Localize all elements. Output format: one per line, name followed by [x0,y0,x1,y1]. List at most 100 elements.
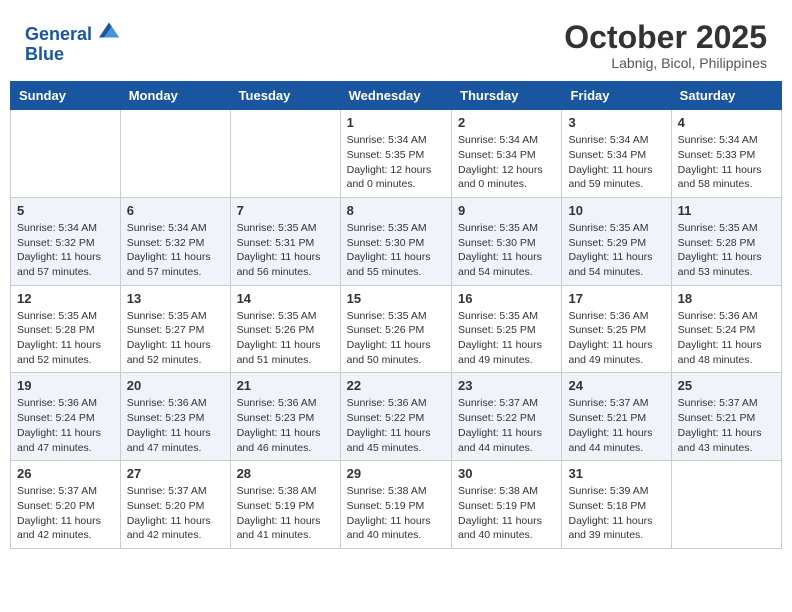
week-row-4: 19 Sunrise: 5:36 AM Sunset: 5:24 PM Dayli… [11,373,782,461]
day-cell [230,110,340,198]
logo-icon [99,20,119,40]
day-cell: 20Sunrise: 5:36 AM Sunset: 5:23 PM Dayli… [120,373,230,461]
day-info: Sunrise: 5:35 AM Sunset: 5:27 PM Dayligh… [127,309,224,368]
day-cell: 18 Sunrise: 5:36 AM Sunset: 5:24 PM Dayli… [671,285,781,373]
day-info: Sunrise: 5:35 AM Sunset: 5:25 PM Dayligh… [458,309,555,368]
logo-general: General [25,24,92,44]
day-cell: 10Sunrise: 5:35 AM Sunset: 5:29 PM Dayli… [562,197,671,285]
day-info: Sunrise: 5:35 AM Sunset: 5:26 PM Dayligh… [347,309,445,368]
day-number: 17 [568,291,664,306]
day-info: Sunrise: 5:34 AM Sunset: 5:33 PM Dayligh… [678,133,775,192]
day-cell: 30 Sunrise: 5:38 AM Sunset: 5:19 PM Dayli… [452,461,562,549]
logo-blue: Blue [25,45,119,65]
page-header: General Blue October 2025 Labnig, Bicol,… [10,10,782,76]
day-cell: 29 Sunrise: 5:38 AM Sunset: 5:19 PM Dayli… [340,461,451,549]
day-info: Sunrise: 5:35 AM Sunset: 5:30 PM Dayligh… [458,221,555,280]
day-number: 18 [678,291,775,306]
month-title: October 2025 [564,20,767,55]
day-cell: 4Sunrise: 5:34 AM Sunset: 5:33 PM Daylig… [671,110,781,198]
logo: General Blue [25,20,119,65]
day-number: 16 [458,291,555,306]
day-number: 11 [678,203,775,218]
day-info: Sunrise: 5:36 AM Sunset: 5:24 PM Dayligh… [678,309,775,368]
calendar-header-row: SundayMondayTuesdayWednesdayThursdayFrid… [11,82,782,110]
day-cell: 27 Sunrise: 5:37 AM Sunset: 5:20 PM Dayli… [120,461,230,549]
day-cell: 23 Sunrise: 5:37 AM Sunset: 5:22 PM Dayli… [452,373,562,461]
day-cell: 1 Sunrise: 5:34 AM Sunset: 5:35 PM Daylig… [340,110,451,198]
col-header-saturday: Saturday [671,82,781,110]
day-info: Sunrise: 5:34 AM Sunset: 5:32 PM Dayligh… [127,221,224,280]
day-number: 6 [127,203,224,218]
day-cell: 28Sunrise: 5:38 AM Sunset: 5:19 PM Dayli… [230,461,340,549]
day-cell: 15Sunrise: 5:35 AM Sunset: 5:26 PM Dayli… [340,285,451,373]
col-header-thursday: Thursday [452,82,562,110]
day-cell: 17 Sunrise: 5:36 AM Sunset: 5:25 PM Dayli… [562,285,671,373]
col-header-monday: Monday [120,82,230,110]
title-block: October 2025 Labnig, Bicol, Philippines [564,20,767,71]
day-info: Sunrise: 5:34 AM Sunset: 5:34 PM Dayligh… [568,133,664,192]
day-number: 3 [568,115,664,130]
day-number: 25 [678,378,775,393]
day-info: Sunrise: 5:37 AM Sunset: 5:21 PM Dayligh… [678,396,775,455]
day-info: Sunrise: 5:37 AM Sunset: 5:22 PM Dayligh… [458,396,555,455]
day-number: 19 [17,378,114,393]
day-number: 22 [347,378,445,393]
day-cell: 5 Sunrise: 5:34 AM Sunset: 5:32 PM Daylig… [11,197,121,285]
day-info: Sunrise: 5:36 AM Sunset: 5:25 PM Dayligh… [568,309,664,368]
day-cell: 26Sunrise: 5:37 AM Sunset: 5:20 PM Dayli… [11,461,121,549]
day-info: Sunrise: 5:35 AM Sunset: 5:28 PM Dayligh… [678,221,775,280]
location: Labnig, Bicol, Philippines [564,55,767,71]
day-number: 8 [347,203,445,218]
day-number: 9 [458,203,555,218]
day-number: 27 [127,466,224,481]
day-cell: 31Sunrise: 5:39 AM Sunset: 5:18 PM Dayli… [562,461,671,549]
day-number: 23 [458,378,555,393]
day-info: Sunrise: 5:36 AM Sunset: 5:23 PM Dayligh… [127,396,224,455]
day-number: 29 [347,466,445,481]
day-info: Sunrise: 5:34 AM Sunset: 5:34 PM Dayligh… [458,133,555,192]
day-info: Sunrise: 5:38 AM Sunset: 5:19 PM Dayligh… [237,484,334,543]
day-info: Sunrise: 5:36 AM Sunset: 5:23 PM Dayligh… [237,396,334,455]
week-row-2: 5 Sunrise: 5:34 AM Sunset: 5:32 PM Daylig… [11,197,782,285]
day-number: 24 [568,378,664,393]
week-row-3: 12 Sunrise: 5:35 AM Sunset: 5:28 PM Dayli… [11,285,782,373]
day-info: Sunrise: 5:38 AM Sunset: 5:19 PM Dayligh… [458,484,555,543]
day-number: 1 [347,115,445,130]
day-number: 12 [17,291,114,306]
day-cell [671,461,781,549]
day-cell: 7 Sunrise: 5:35 AM Sunset: 5:31 PM Daylig… [230,197,340,285]
day-number: 21 [237,378,334,393]
calendar-table: SundayMondayTuesdayWednesdayThursdayFrid… [10,81,782,549]
day-info: Sunrise: 5:35 AM Sunset: 5:28 PM Dayligh… [17,309,114,368]
day-number: 26 [17,466,114,481]
day-info: Sunrise: 5:36 AM Sunset: 5:24 PM Dayligh… [17,396,114,455]
day-info: Sunrise: 5:37 AM Sunset: 5:21 PM Dayligh… [568,396,664,455]
day-cell: 8 Sunrise: 5:35 AM Sunset: 5:30 PM Daylig… [340,197,451,285]
day-info: Sunrise: 5:34 AM Sunset: 5:32 PM Dayligh… [17,221,114,280]
day-info: Sunrise: 5:37 AM Sunset: 5:20 PM Dayligh… [127,484,224,543]
day-cell [120,110,230,198]
day-info: Sunrise: 5:35 AM Sunset: 5:31 PM Dayligh… [237,221,334,280]
day-number: 13 [127,291,224,306]
day-info: Sunrise: 5:35 AM Sunset: 5:30 PM Dayligh… [347,221,445,280]
day-info: Sunrise: 5:35 AM Sunset: 5:26 PM Dayligh… [237,309,334,368]
day-cell: 14Sunrise: 5:35 AM Sunset: 5:26 PM Dayli… [230,285,340,373]
day-cell: 21 Sunrise: 5:36 AM Sunset: 5:23 PM Dayli… [230,373,340,461]
day-cell: 2Sunrise: 5:34 AM Sunset: 5:34 PM Daylig… [452,110,562,198]
day-number: 30 [458,466,555,481]
day-number: 7 [237,203,334,218]
logo-text: General [25,20,119,45]
col-header-friday: Friday [562,82,671,110]
week-row-1: 1 Sunrise: 5:34 AM Sunset: 5:35 PM Daylig… [11,110,782,198]
day-info: Sunrise: 5:34 AM Sunset: 5:35 PM Dayligh… [347,133,445,192]
col-header-sunday: Sunday [11,82,121,110]
day-cell: 3 Sunrise: 5:34 AM Sunset: 5:34 PM Daylig… [562,110,671,198]
day-cell: 16 Sunrise: 5:35 AM Sunset: 5:25 PM Dayli… [452,285,562,373]
day-info: Sunrise: 5:38 AM Sunset: 5:19 PM Dayligh… [347,484,445,543]
week-row-5: 26 Sunrise: 5:37 AM Sunset: 5:20 PM Dayli… [11,461,782,549]
day-info: Sunrise: 5:36 AM Sunset: 5:22 PM Dayligh… [347,396,445,455]
day-number: 5 [17,203,114,218]
day-cell [11,110,121,198]
day-info: Sunrise: 5:39 AM Sunset: 5:18 PM Dayligh… [568,484,664,543]
day-cell: 25 Sunrise: 5:37 AM Sunset: 5:21 PM Dayli… [671,373,781,461]
